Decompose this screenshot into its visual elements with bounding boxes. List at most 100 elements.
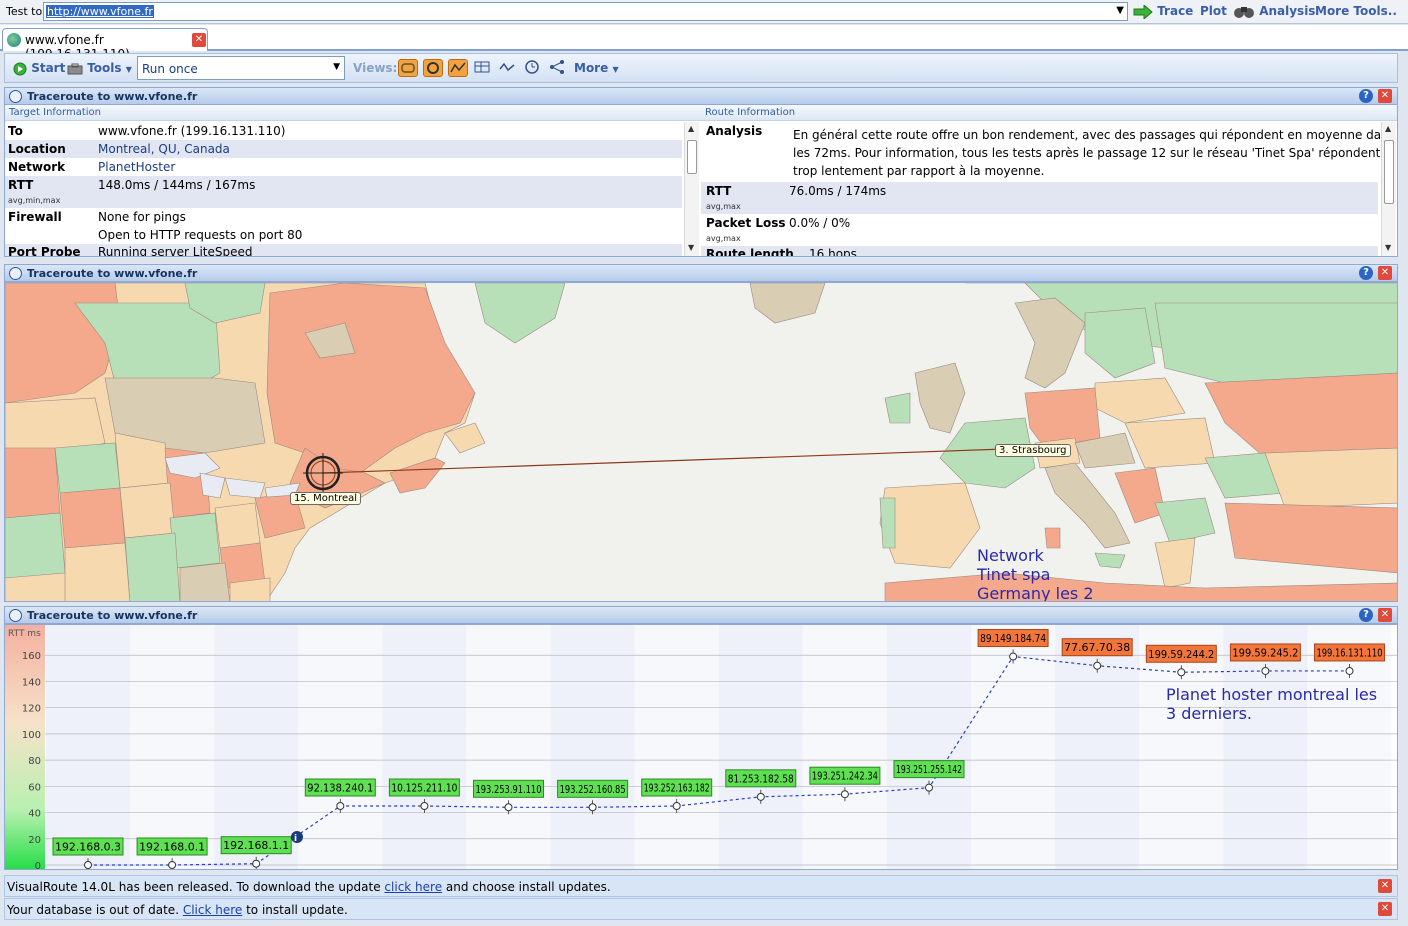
hop-column <box>214 625 299 869</box>
plot-button[interactable]: Plot <box>1200 4 1227 18</box>
hop-ip-label: 92.138.240.1 <box>307 783 373 795</box>
firewall-value: None for pings <box>98 210 186 224</box>
database-update-link[interactable]: Click here <box>183 903 242 917</box>
target-row-firewall: Firewall None for pings Open to HTTP req… <box>5 208 682 244</box>
chevron-down-icon: ▼ <box>125 65 132 74</box>
trace-label: Trace <box>1157 4 1194 18</box>
target-scrollbar[interactable]: ▲ ▼ <box>684 122 699 256</box>
loss-value: 0.0% / 0% <box>789 216 851 230</box>
route-row-rtt: RTT 76.0ms / 174ms avg,max <box>701 182 1378 214</box>
map-view-icon[interactable] <box>423 59 443 77</box>
hop-ip-label: 77.67.70.38 <box>1064 642 1130 654</box>
help-icon[interactable]: ? <box>1359 266 1373 280</box>
database-notice-post: to install update. <box>242 903 348 917</box>
database-notice-pre: Your database is out of date. <box>7 903 183 917</box>
scroll-thumb[interactable] <box>687 140 697 174</box>
hop-ip-label: 192.168.1.1 <box>223 840 289 852</box>
montreal-label[interactable]: 15. Montreal <box>290 492 362 505</box>
more-menu[interactable]: More ▼ <box>574 61 619 75</box>
url-input[interactable]: http://www.vfone.fr ▼ <box>43 2 1128 21</box>
rtt-point <box>504 803 513 812</box>
tools-label: Tools <box>87 61 122 75</box>
hop-column <box>466 625 551 869</box>
location-value[interactable]: Montreal, QU, Canada <box>98 142 230 156</box>
y-axis-label: RTT ms <box>8 629 41 639</box>
scroll-up-icon[interactable]: ▲ <box>1385 124 1391 133</box>
graph-view-icon[interactable] <box>448 59 468 77</box>
close-icon[interactable]: ✕ <box>1378 608 1392 622</box>
url-dropdown-icon[interactable]: ▼ <box>1116 5 1124 16</box>
network-key: Network <box>8 160 66 174</box>
rtt-chart[interactable]: 0 20 40 60 80 100 120 140 160 192.168.0.3 192.168… <box>4 624 1398 870</box>
network-annotation: Network Tinet spa Germany les 2 serveurs <box>977 546 1094 602</box>
close-icon[interactable]: ✕ <box>1378 89 1392 103</box>
analysis-key: Analysis <box>706 124 763 138</box>
close-icon[interactable]: ✕ <box>1378 266 1392 280</box>
strasbourg-label[interactable]: 3. Strasbourg <box>995 444 1071 457</box>
close-tab-icon[interactable]: ✕ <box>192 33 206 47</box>
hop-ip-label: 199.59.245.2 <box>1232 647 1298 659</box>
hop-column <box>45 625 131 869</box>
map-panel-header: Traceroute to www.vfone.fr ? ✕ <box>4 264 1398 282</box>
target-row-port-probe: Port Probe Running server LiteSpeed <box>5 244 682 256</box>
route-scrollbar[interactable]: ▲ ▼ <box>1381 122 1396 256</box>
rtt-sub: avg,min,max <box>8 196 61 205</box>
length-key: Route length <box>706 247 794 257</box>
test-to-label: Test to <box>6 5 43 18</box>
update-notice-post: and choose install updates. <box>442 880 611 894</box>
rtt-point <box>420 802 429 810</box>
close-icon[interactable]: ✕ <box>1378 879 1392 893</box>
scroll-up-icon[interactable]: ▲ <box>688 124 694 133</box>
world-map[interactable]: 15. Montreal 3. Strasbourg Network Tinet… <box>4 282 1398 602</box>
run-mode-select[interactable]: Run once ▼ <box>137 56 345 80</box>
y-tick-label: 80 <box>28 756 41 767</box>
hop-column <box>886 625 972 869</box>
hop-ip-label: 193.253.91.110 <box>476 784 542 796</box>
grid-view-icon[interactable] <box>473 59 493 77</box>
info-marker-glyph: i <box>294 834 297 844</box>
route-row-analysis: Analysis En général cette route offre un… <box>701 122 1395 182</box>
clock-icon[interactable] <box>523 59 543 77</box>
scroll-down-icon[interactable]: ▼ <box>1385 243 1391 252</box>
network-value[interactable]: PlanetHoster <box>98 160 175 174</box>
share-icon[interactable] <box>548 59 568 77</box>
start-button[interactable]: Start <box>13 61 65 76</box>
hop-column <box>1307 625 1392 869</box>
url-text[interactable]: http://www.vfone.fr <box>46 5 154 18</box>
loss-key: Packet Loss <box>706 216 786 230</box>
arrow-right-icon <box>1133 4 1153 19</box>
rtt-key: RTT <box>8 178 34 192</box>
target-row-network: Network PlanetHoster <box>5 158 682 176</box>
table-view-icon[interactable] <box>398 59 418 77</box>
toolbar: Start Tools ▼ Run once ▼ Views: More ▼ <box>4 53 1398 83</box>
to-value: www.vfone.fr (199.16.131.110) <box>98 124 286 138</box>
location-key: Location <box>8 142 66 156</box>
y-tick-label: 120 <box>22 704 41 715</box>
help-icon[interactable]: ? <box>1359 608 1373 622</box>
info-panel-header: Traceroute to www.vfone.fr ? ✕ <box>4 87 1398 105</box>
rtt-value: 148.0ms / 144ms / 167ms <box>98 178 256 192</box>
close-icon[interactable]: ✕ <box>1378 902 1392 916</box>
rtt-chart-canvas: 0 20 40 60 80 100 120 140 160 192.168.0.3 192.168… <box>5 625 1397 869</box>
more-tools-button[interactable]: More Tools.. <box>1315 4 1397 18</box>
wave-view-icon[interactable] <box>498 59 518 77</box>
hop-column <box>718 625 803 869</box>
firewall-value-2: Open to HTTP requests on port 80 <box>98 228 303 242</box>
update-link[interactable]: click here <box>384 880 442 894</box>
address-bar: Test to http://www.vfone.fr ▼ Trace Plot… <box>0 0 1408 24</box>
dropdown-arrow-icon[interactable]: ▼ <box>333 62 340 72</box>
scroll-down-icon[interactable]: ▼ <box>688 243 694 252</box>
trace-button[interactable]: Trace <box>1133 4 1193 19</box>
analysis-button[interactable]: Analysis <box>1233 4 1315 19</box>
target-row-to: To www.vfone.fr (199.16.131.110) <box>5 122 682 140</box>
tools-menu[interactable]: Tools ▼ <box>67 61 132 75</box>
hop-ip-label: 193.251.255.142 <box>896 764 962 776</box>
tab-trace-result[interactable]: www.vfone.fr (199.16.131.110) ✕ <box>2 28 208 61</box>
rtt-point <box>840 790 849 799</box>
rtt-point <box>336 802 345 810</box>
rtt-point <box>925 783 933 792</box>
tab-strip: www.vfone.fr (199.16.131.110) ✕ <box>0 25 1408 61</box>
info-panel: Target Information Route Information To … <box>4 105 1398 257</box>
help-icon[interactable]: ? <box>1359 89 1373 103</box>
scroll-thumb[interactable] <box>1384 140 1394 204</box>
